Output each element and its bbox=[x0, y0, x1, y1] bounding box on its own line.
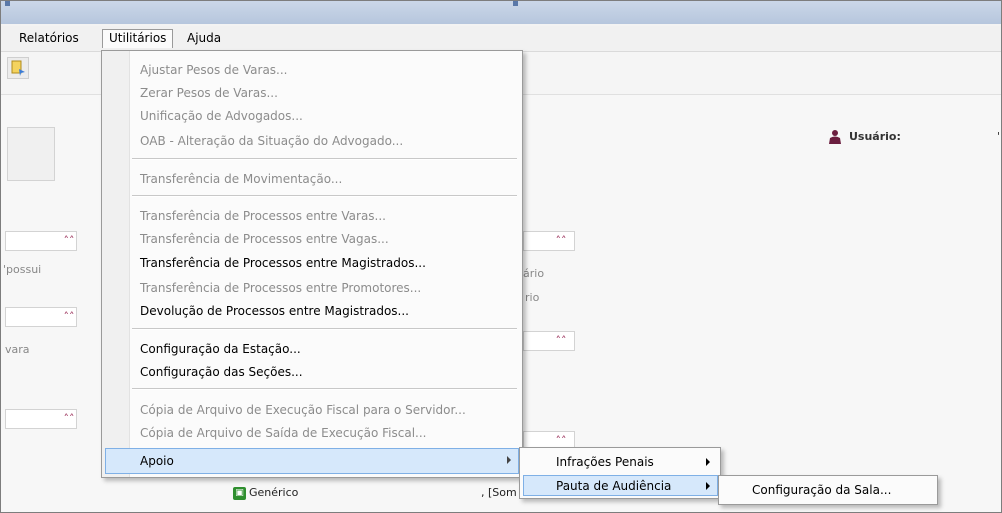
list-item-label: Genérico bbox=[249, 486, 299, 499]
title-bar-marker bbox=[5, 1, 10, 6]
side-text: vara bbox=[5, 343, 30, 356]
menu-item-transferencia-promotores[interactable]: Transferência de Processos entre Promoto… bbox=[140, 280, 421, 296]
collapse-up-icon[interactable]: ˄˄ bbox=[61, 310, 77, 324]
menu-item-zerar-pesos[interactable]: Zerar Pesos de Varas... bbox=[140, 85, 278, 101]
collapse-up-icon[interactable]: ˄˄ bbox=[61, 234, 77, 248]
user-label: Usuário: bbox=[849, 130, 901, 143]
submenu-arrow-icon bbox=[706, 458, 710, 466]
menu-item-transferencia-varas[interactable]: Transferência de Processos entre Varas..… bbox=[140, 208, 386, 224]
menu-item-copia-execucao-fiscal[interactable]: Cópia de Arquivo de Execução Fiscal para… bbox=[140, 402, 466, 418]
document-arrow-icon bbox=[11, 60, 25, 76]
menu-separator bbox=[132, 158, 517, 160]
submenu-arrow-icon bbox=[507, 456, 511, 464]
menu-item-apoio[interactable]: Apoio bbox=[140, 453, 174, 469]
title-bar-marker bbox=[513, 1, 518, 6]
menu-item-copia-saida-execucao[interactable]: Cópia de Arquivo de Saída de Execução Fi… bbox=[140, 425, 426, 441]
title-bar bbox=[1, 1, 1001, 24]
menu-relatorios[interactable]: Relatórios bbox=[13, 29, 85, 48]
menu-ajuda[interactable]: Ajuda bbox=[181, 29, 227, 48]
menu-item-unificacao-advogados[interactable]: Unificação de Advogados... bbox=[140, 108, 303, 124]
collapse-up-icon[interactable]: ˄˄ bbox=[553, 434, 569, 448]
pauta-submenu: Configuração da Sala... bbox=[718, 475, 938, 505]
side-panel bbox=[7, 127, 55, 181]
menu-item-infracoes-penais[interactable]: Infrações Penais bbox=[556, 454, 654, 470]
menu-item-devolucao-magistrados[interactable]: Devolução de Processos entre Magistrados… bbox=[140, 303, 409, 319]
list-item-text: , [Som bbox=[481, 486, 517, 499]
application-window: Relatórios Utilitários Ajuda ˄˄ ˄˄ ˄˄ ˄˄… bbox=[0, 0, 1002, 513]
menu-separator bbox=[132, 195, 517, 197]
menu-item-transferencia-magistrados[interactable]: Transferência de Processos entre Magistr… bbox=[140, 255, 426, 271]
menu-gutter bbox=[102, 51, 130, 477]
toolbar-button[interactable] bbox=[7, 57, 29, 79]
menu-item-ajustar-pesos[interactable]: Ajustar Pesos de Varas... bbox=[140, 62, 288, 78]
menu-item-oab-alteracao[interactable]: OAB - Alteração da Situação do Advogado.… bbox=[140, 133, 403, 149]
generic-item-icon: ▣ bbox=[233, 486, 246, 500]
user-value: 'l bbox=[997, 130, 1001, 143]
collapse-up-icon[interactable]: ˄˄ bbox=[61, 412, 77, 426]
menu-item-transferencia-vagas[interactable]: Transferência de Processos entre Vagas..… bbox=[140, 231, 389, 247]
collapse-up-icon[interactable]: ˄˄ bbox=[553, 334, 569, 348]
collapse-up-icon[interactable]: ˄˄ bbox=[553, 234, 569, 248]
list-item-generico[interactable]: ▣ Genérico bbox=[233, 485, 298, 501]
menu-bar: Relatórios Utilitários Ajuda bbox=[1, 26, 1001, 52]
menu-separator bbox=[132, 328, 517, 330]
user-icon bbox=[829, 130, 841, 144]
side-text: rio bbox=[525, 291, 540, 304]
utilitarios-menu: Ajustar Pesos de Varas... Zerar Pesos de… bbox=[101, 50, 523, 478]
apoio-submenu: Infrações Penais Pauta de Audiência bbox=[519, 447, 721, 499]
menu-item-configuracao-sala[interactable]: Configuração da Sala... bbox=[752, 482, 891, 498]
menu-separator bbox=[132, 388, 517, 390]
side-text: 'possui bbox=[3, 263, 42, 276]
menu-item-transferencia-movimentacao[interactable]: Transferência de Movimentação... bbox=[140, 171, 342, 187]
menu-utilitarios[interactable]: Utilitários bbox=[102, 29, 174, 48]
menu-item-configuracao-secoes[interactable]: Configuração das Seções... bbox=[140, 364, 303, 380]
menu-item-pauta-audiencia[interactable]: Pauta de Audiência bbox=[556, 478, 671, 494]
submenu-arrow-icon bbox=[706, 482, 710, 490]
side-text: ário bbox=[523, 267, 545, 280]
menu-item-configuracao-estacao[interactable]: Configuração da Estação... bbox=[140, 341, 301, 357]
